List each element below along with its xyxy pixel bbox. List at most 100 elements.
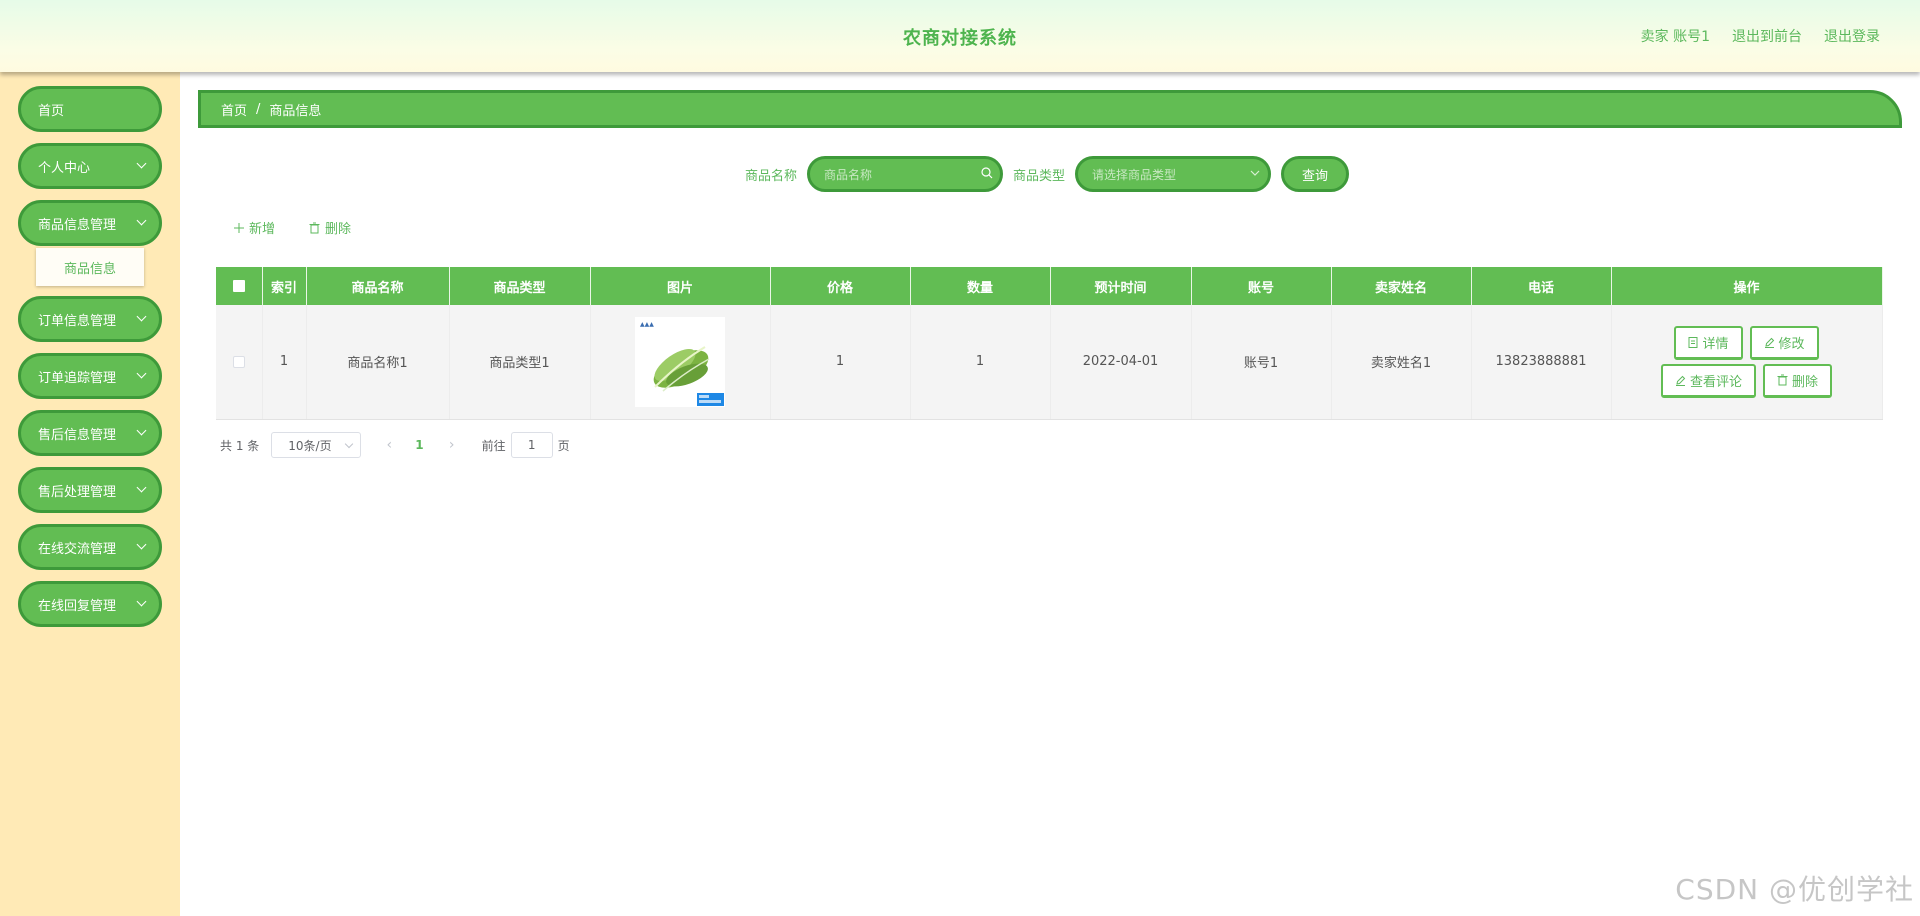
product-name-label: 商品名称 bbox=[745, 168, 798, 184]
header-links: 卖家 账号1 退出到前台 退出登录 bbox=[1641, 26, 1880, 46]
row-select-cell[interactable] bbox=[216, 305, 263, 420]
cell-image: ▲▲▲ bbox=[590, 305, 771, 420]
operations-row-2: 查看评论 删除 bbox=[1612, 363, 1882, 398]
query-button[interactable]: 查询 bbox=[1281, 156, 1350, 192]
breadcrumb-separator: / bbox=[256, 101, 261, 117]
chevron-down-icon bbox=[136, 215, 147, 226]
page-size-value: 10条/页 bbox=[288, 438, 332, 453]
pagination: 共 1 条 10条/页 ‹ 1 › 前往 1 页 bbox=[220, 432, 570, 458]
logout-link[interactable]: 退出登录 bbox=[1824, 26, 1880, 46]
column-header: 电话 bbox=[1471, 267, 1612, 305]
sidebar-item-product-management[interactable]: 商品信息管理 bbox=[18, 200, 162, 246]
sidebar-item-label: 订单追踪管理 bbox=[38, 370, 117, 386]
goto-suffix: 页 bbox=[557, 438, 570, 453]
sidebar-item-home[interactable]: 首页 bbox=[18, 86, 162, 132]
chevron-down-icon bbox=[136, 425, 147, 436]
add-button[interactable]: 新增 bbox=[234, 218, 275, 237]
breadcrumb-home[interactable]: 首页 bbox=[221, 100, 247, 119]
add-label: 新增 bbox=[249, 222, 276, 237]
table-row: 1 商品名称1 商品类型1 ▲▲▲ 1 1 2022-04-01 账号1 卖家姓… bbox=[216, 305, 1883, 420]
chevron-down-icon bbox=[1250, 170, 1260, 176]
cell-seller: 卖家姓名1 bbox=[1331, 305, 1472, 420]
column-header: 卖家姓名 bbox=[1331, 267, 1472, 305]
column-header: 操作 bbox=[1611, 267, 1883, 305]
sidebar-item-online-reply[interactable]: 在线回复管理 bbox=[18, 581, 162, 627]
sidebar-item-aftersale-handling[interactable]: 售后处理管理 bbox=[18, 467, 162, 513]
next-page-button[interactable]: › bbox=[442, 437, 462, 453]
current-user-label[interactable]: 卖家 账号1 bbox=[1641, 26, 1710, 46]
sidebar-item-label: 订单信息管理 bbox=[38, 313, 117, 329]
product-type-label: 商品类型 bbox=[1013, 168, 1066, 184]
view-comments-label: 查看评论 bbox=[1689, 374, 1742, 390]
sidebar-item-order-management[interactable]: 订单信息管理 bbox=[18, 296, 162, 342]
plus-icon bbox=[234, 222, 244, 233]
row-checkbox[interactable] bbox=[232, 355, 245, 368]
detail-label: 详情 bbox=[1702, 336, 1729, 352]
sidebar-item-label: 售后处理管理 bbox=[38, 484, 117, 500]
product-type-placeholder: 请选择商品类型 bbox=[1092, 167, 1177, 182]
chevron-down-icon bbox=[136, 158, 147, 169]
cell-index: 1 bbox=[262, 305, 307, 420]
total-count: 共 1 条 bbox=[220, 438, 260, 453]
sidebar-item-online-chat[interactable]: 在线交流管理 bbox=[18, 524, 162, 570]
app-title: 农商对接系统 bbox=[903, 28, 1017, 49]
row-delete-button[interactable]: 删除 bbox=[1763, 363, 1833, 398]
column-header: 商品名称 bbox=[306, 267, 450, 305]
edit-icon bbox=[1675, 375, 1686, 386]
sidebar-item-label: 在线回复管理 bbox=[38, 598, 117, 614]
sidebar-item-label: 个人中心 bbox=[38, 160, 91, 176]
lettuce-image: ▲▲▲ bbox=[635, 316, 725, 407]
edit-button[interactable]: 修改 bbox=[1749, 325, 1819, 360]
product-name-input[interactable]: 商品名称 bbox=[807, 156, 1004, 192]
column-header: 索引 bbox=[262, 267, 307, 305]
cell-phone: 13823888881 bbox=[1471, 305, 1612, 420]
sidebar-item-label: 首页 bbox=[38, 103, 65, 119]
watermark: CSDN @优创学社 bbox=[1675, 873, 1914, 906]
sidebar-item-personal-center[interactable]: 个人中心 bbox=[18, 143, 162, 189]
column-header: 图片 bbox=[590, 267, 771, 305]
goto-page-value: 1 bbox=[527, 438, 536, 452]
sidebar-subitem-product-info[interactable]: 商品信息 bbox=[36, 248, 144, 286]
svg-text:▲▲▲: ▲▲▲ bbox=[640, 321, 654, 328]
sidebar-item-label: 在线交流管理 bbox=[38, 541, 117, 557]
detail-button[interactable]: 详情 bbox=[1674, 325, 1743, 360]
sidebar: 首页 个人中心 商品信息管理 商品信息 订单信息管理 订单追踪管理 售后信息管理… bbox=[0, 72, 180, 916]
view-comments-button[interactable]: 查看评论 bbox=[1660, 363, 1756, 398]
breadcrumb-current: 商品信息 bbox=[269, 103, 322, 119]
product-thumbnail[interactable]: ▲▲▲ bbox=[635, 316, 725, 407]
goto-page-input[interactable]: 1 bbox=[510, 432, 553, 458]
document-icon bbox=[1688, 336, 1698, 348]
sidebar-item-aftersale-info[interactable]: 售后信息管理 bbox=[18, 410, 162, 456]
column-header: 商品类型 bbox=[449, 267, 591, 305]
page-size-select[interactable]: 10条/页 bbox=[271, 432, 362, 458]
cell-quantity: 1 bbox=[910, 305, 1051, 420]
sidebar-item-order-tracking[interactable]: 订单追踪管理 bbox=[18, 353, 162, 399]
sidebar-item-label: 售后信息管理 bbox=[38, 427, 117, 443]
page-number-current[interactable]: 1 bbox=[415, 438, 423, 452]
trash-icon bbox=[309, 222, 320, 233]
search-icon bbox=[981, 167, 993, 179]
select-all-header[interactable] bbox=[216, 267, 263, 305]
search-bar: 商品名称 商品名称 商品类型 请选择商品类型 查询 bbox=[745, 156, 1350, 192]
row-delete-label: 删除 bbox=[1792, 374, 1819, 390]
edit-icon bbox=[1764, 337, 1774, 348]
sidebar-item-label: 商品信息管理 bbox=[38, 217, 117, 233]
column-header: 账号 bbox=[1191, 267, 1332, 305]
product-table: 索引 商品名称 商品类型 图片 价格 数量 预计时间 账号 卖家姓名 电话 操作… bbox=[216, 267, 1883, 420]
column-header: 预计时间 bbox=[1050, 267, 1192, 305]
back-to-front-link[interactable]: 退出到前台 bbox=[1732, 26, 1802, 46]
goto-prefix: 前往 bbox=[481, 438, 506, 453]
batch-delete-button[interactable]: 删除 bbox=[309, 218, 351, 237]
cell-price: 1 bbox=[770, 305, 911, 420]
select-all-checkbox[interactable] bbox=[232, 280, 245, 292]
cell-operations: 详情 修改 查看评论 删除 bbox=[1611, 305, 1883, 420]
chevron-down-icon bbox=[136, 368, 147, 379]
edit-label: 修改 bbox=[1778, 336, 1805, 352]
product-type-select[interactable]: 请选择商品类型 bbox=[1075, 156, 1272, 192]
cell-type: 商品类型1 bbox=[449, 305, 591, 420]
chevron-down-icon bbox=[136, 596, 147, 607]
product-name-placeholder: 商品名称 bbox=[824, 167, 873, 182]
prev-page-button[interactable]: ‹ bbox=[379, 437, 399, 453]
column-header: 价格 bbox=[770, 267, 911, 305]
chevron-down-icon bbox=[345, 439, 354, 449]
